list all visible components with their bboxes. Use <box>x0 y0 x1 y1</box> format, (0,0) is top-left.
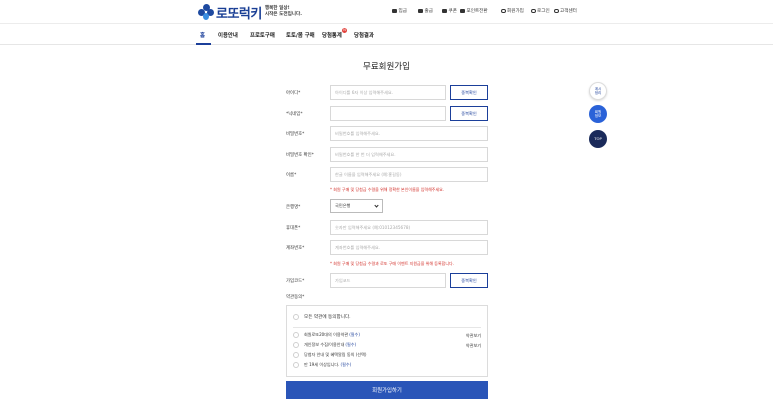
term-checkbox[interactable] <box>293 332 299 338</box>
site-logo[interactable]: 로또럭키 행복한 일상! 시작은 도전입니다. <box>198 3 302 22</box>
float-member-info-button[interactable]: 회원 정보 <box>589 105 607 123</box>
account-notice: * 회원 구매 및 당첨금 수령과 로또 구매 이벤트 지원금을 위해 등록합니… <box>330 261 454 266</box>
terms-box: 모든 약관에 동의합니다. 회원로또20대의 이용약관 (필수) 약관보기 개인정… <box>286 305 488 377</box>
name-label: 이름* <box>286 173 297 178</box>
deposit-link[interactable]: 입금 <box>392 8 407 14</box>
headset-icon <box>554 8 559 14</box>
login-icon <box>531 8 536 14</box>
signup-link[interactable]: 회원가입 <box>501 8 524 14</box>
scroll-top-button[interactable]: TOP <box>589 130 607 148</box>
nav-stats[interactable]: 당첨통계 <box>322 31 342 39</box>
card-icon <box>418 9 423 13</box>
float-board-button[interactable]: 계시 정리 <box>589 82 607 100</box>
view-terms-link[interactable]: 약관보기 <box>466 333 481 339</box>
password-input[interactable]: 비밀번호를 입력해주세요. <box>330 126 488 141</box>
coupon-link[interactable]: 쿠폰 <box>442 8 457 14</box>
user-id-input[interactable]: 아이디를 6자 이상 입력해주세요. <box>330 85 446 100</box>
password-confirm-label: 비밀번호 확인* <box>286 153 314 158</box>
password-confirm-input[interactable]: 비밀번호를 한 번 더 입력해주세요. <box>330 147 488 162</box>
nav-results[interactable]: 당첨결과 <box>354 31 374 39</box>
phone-input[interactable]: 숫자만 입력해주세요 (예:01012345678) <box>330 220 488 235</box>
nickname-check-button[interactable]: 중복확인 <box>450 106 488 121</box>
bank-select[interactable]: 국민은행 <box>330 199 383 213</box>
nickname-input[interactable] <box>330 106 446 121</box>
password-label: 비밀번호* <box>286 132 305 137</box>
name-input[interactable]: 한글 이름을 입력해주세요 (예:홍길동) <box>330 167 488 182</box>
page-title: 무료회원가입 <box>363 62 410 72</box>
agree-all-checkbox[interactable] <box>293 314 299 320</box>
account-label: 계좌번호* <box>286 246 305 251</box>
join-code-label: 가입코드* <box>286 279 305 284</box>
nav-home[interactable]: 홈 <box>200 31 205 39</box>
phone-label: 휴대폰* <box>286 226 301 231</box>
user-id-check-button[interactable]: 중복확인 <box>450 85 488 100</box>
terms-label: 약관동의* <box>286 295 305 300</box>
user-id-label: 아이디* <box>286 91 301 96</box>
nav-active-indicator <box>196 43 211 45</box>
new-badge: N <box>342 28 347 33</box>
nav-proto[interactable]: 프로토구매 <box>250 31 275 39</box>
term-item[interactable]: 당첨자 안내 및 혜택알림 동의 (선택) <box>293 352 366 358</box>
logo-text: 로또럭키 <box>216 6 262 22</box>
term-checkbox[interactable] <box>293 352 299 358</box>
term-item[interactable]: 만 19세 이상입니다. (필수) <box>293 362 351 368</box>
login-link[interactable]: 로그인 <box>531 8 550 14</box>
agree-all-row[interactable]: 모든 약관에 동의합니다. <box>293 314 351 320</box>
exchange-icon <box>460 9 465 13</box>
customer-center-link[interactable]: 고객센터 <box>554 8 577 14</box>
term-checkbox[interactable] <box>293 362 299 368</box>
bank-label: 은행명* <box>286 205 301 210</box>
name-notice: * 회원 구매 및 당첨금 수령을 위해 정확한 본인이름을 입력해주세요. <box>330 187 445 192</box>
withdraw-link[interactable]: 출금 <box>418 8 433 14</box>
signup-submit-button[interactable]: 회원가입하기 <box>286 381 488 399</box>
chevron-down-icon <box>374 203 379 208</box>
clover-icon <box>198 4 214 20</box>
divider <box>293 327 481 328</box>
join-code-check-button[interactable]: 중복확인 <box>450 273 488 288</box>
wallet-icon <box>392 9 397 13</box>
term-checkbox[interactable] <box>293 342 299 348</box>
logo-tagline: 행복한 일상! 시작은 도전입니다. <box>264 6 302 17</box>
account-input[interactable]: 계좌번호를 입력해주세요. <box>330 240 488 255</box>
nav-guide[interactable]: 이용안내 <box>218 31 238 39</box>
user-icon <box>501 8 506 14</box>
point-exchange-link[interactable]: 포인트전환 <box>460 8 488 14</box>
nickname-label: *닉네임* <box>286 112 303 117</box>
term-item[interactable]: 회원로또20대의 이용약관 (필수) <box>293 332 360 338</box>
coupon-icon <box>442 9 447 13</box>
view-privacy-link[interactable]: 약관보기 <box>466 343 481 349</box>
term-item[interactable]: 개인정보 수집/이용안내 (필수) <box>293 342 356 348</box>
top-header: 로또럭키 행복한 일상! 시작은 도전입니다. 입금 출금 쿠폰 포인트전환 회… <box>0 0 773 24</box>
join-code-input[interactable]: 가입코드 <box>330 273 446 288</box>
main-nav: 홈 이용안내 프로토구매 토토/몸 구매 당첨통계 당첨결과 <box>0 25 773 45</box>
nav-toto[interactable]: 토토/몸 구매 <box>286 31 315 39</box>
